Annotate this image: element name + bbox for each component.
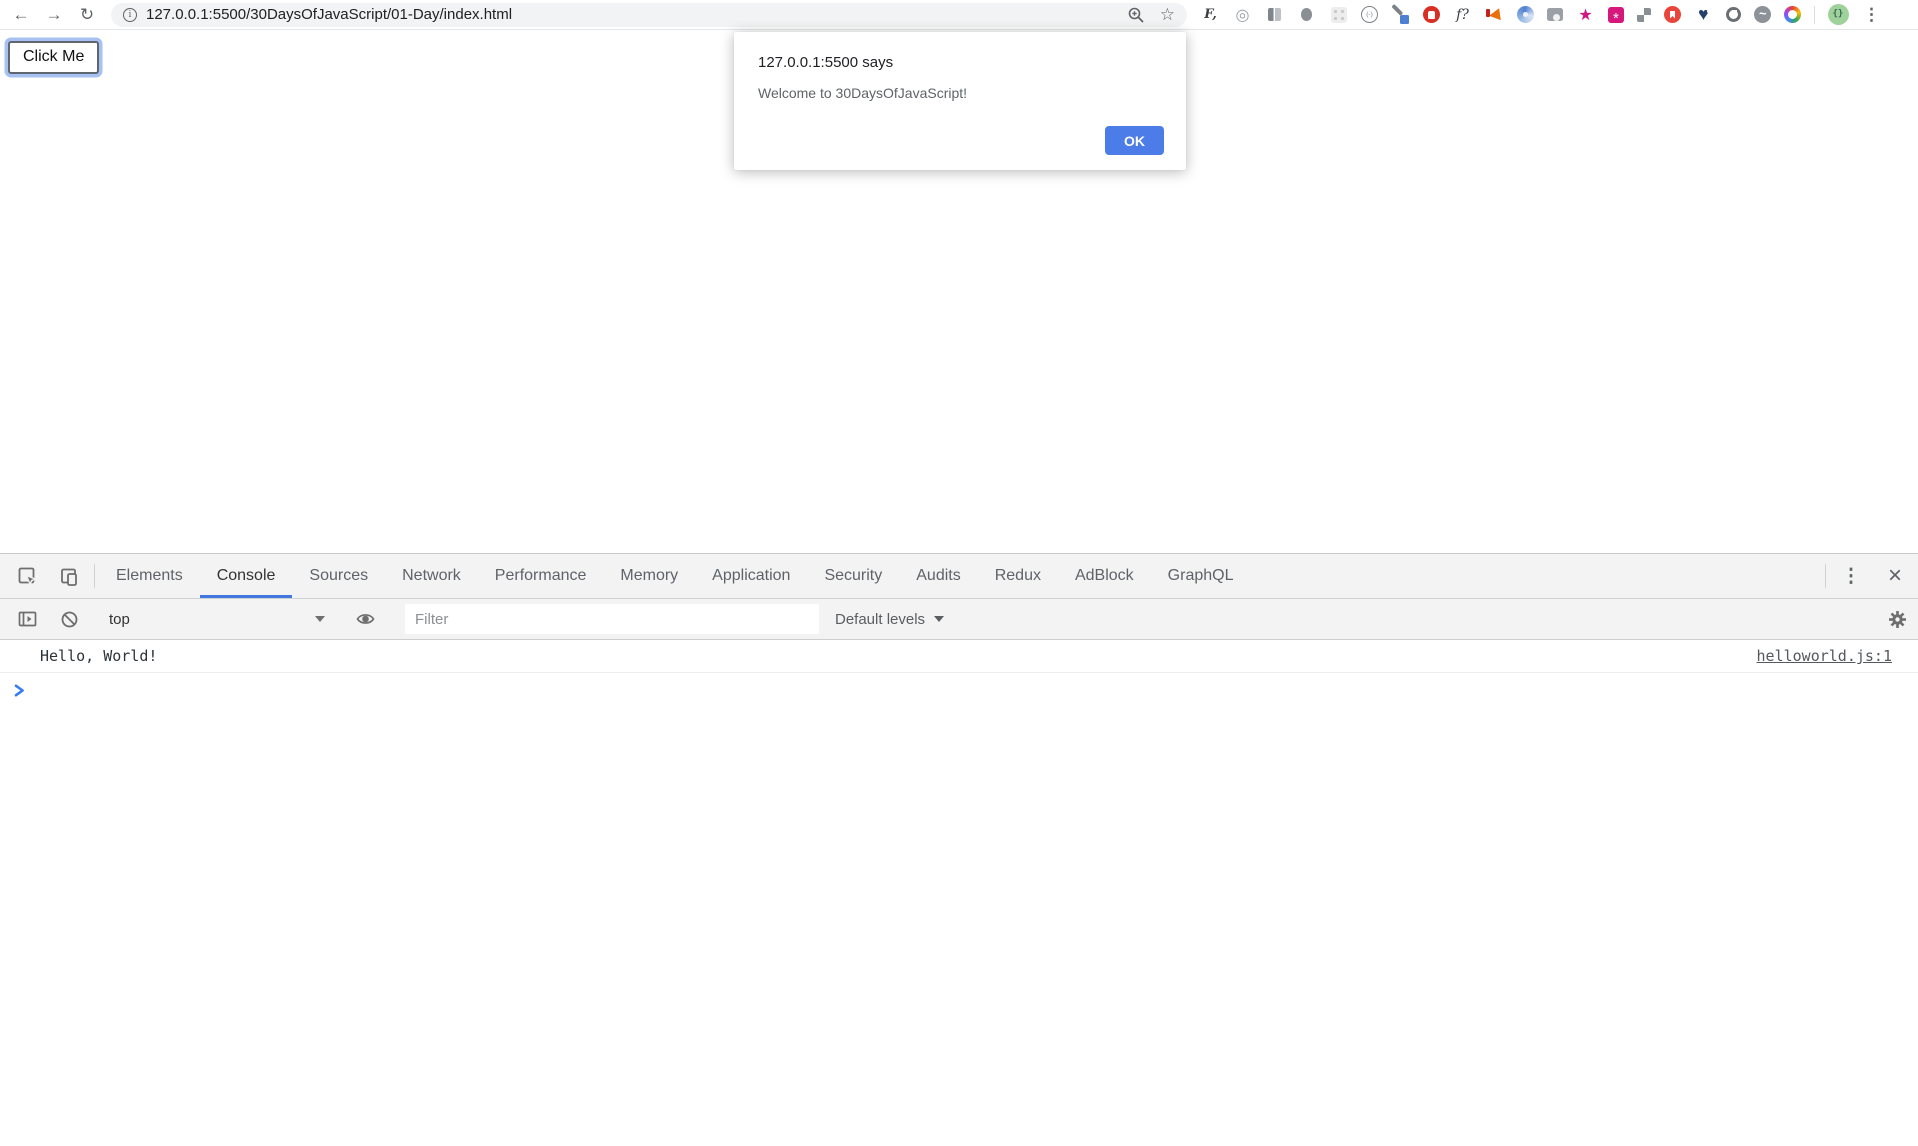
tab-console[interactable]: Console [200,554,293,598]
chevron-down-icon [934,616,944,622]
console-toolbar: top Default levels [0,599,1918,640]
g-ring-extension-icon[interactable] [1726,7,1741,22]
swirl-extension-icon[interactable] [1517,6,1534,23]
megaphone-extension-icon[interactable] [1485,5,1504,24]
alert-ok-button[interactable]: OK [1105,126,1164,155]
round-brackets-extension-icon[interactable] [1361,6,1378,23]
profile-avatar[interactable] [1828,4,1849,25]
browser-window: { "browser_toolbar": { "url": "127.0.0.1… [0,0,1918,1146]
log-levels-dropdown[interactable]: Default levels [835,611,944,628]
click-me-button[interactable]: Click Me [8,41,99,74]
browser-menu-icon[interactable] [1862,5,1881,24]
font-question-extension-icon[interactable] [1453,5,1472,24]
console-source-link[interactable]: helloworld.js:1 [1757,647,1892,665]
alert-dialog: 127.0.0.1:5500 says Welcome to 30DaysOfJ… [734,32,1186,170]
bug-extension-icon[interactable] [1297,5,1316,24]
tab-audits[interactable]: Audits [899,554,977,598]
toolbar-divider [1814,6,1815,24]
zoom-magnifier-icon[interactable] [1127,6,1145,24]
console-settings-gear-button[interactable] [1876,609,1918,630]
bookmark-star-icon[interactable]: ☆ [1160,6,1175,23]
tabbar-divider [94,564,95,588]
react-grid-extension-icon[interactable] [1329,5,1348,24]
stop-hand-extension-icon[interactable] [1423,6,1440,23]
extensions-row [1201,4,1881,25]
chevron-down-icon [315,616,325,622]
tab-network[interactable]: Network [385,554,478,598]
tab-redux[interactable]: Redux [978,554,1058,598]
reload-button[interactable]: ↻ [74,2,100,28]
site-info-icon[interactable] [123,8,137,22]
console-log-row: Hello, World! helloworld.js:1 [0,640,1918,673]
color-picker-extension-icon[interactable] [1391,5,1410,24]
pink-star-extension-icon[interactable] [1576,5,1595,24]
devtools-tabbar: Elements Console Sources Network Perform… [0,554,1918,599]
console-log-text: Hello, World! [40,647,157,665]
cursive-f-extension-icon[interactable] [1201,5,1220,24]
back-button[interactable]: ← [8,2,34,28]
log-levels-label: Default levels [835,611,925,628]
blocks-extension-icon[interactable] [1637,8,1651,22]
devtools-close-button[interactable]: × [1872,554,1918,598]
forward-button[interactable]: → [41,2,67,28]
execution-context-selector[interactable]: top [99,604,335,634]
inspect-element-button[interactable] [6,554,48,598]
tab-graphql[interactable]: GraphQL [1151,554,1251,598]
heart-search-extension-icon[interactable] [1694,5,1713,24]
console-sidebar-toggle-button[interactable] [6,609,48,629]
tab-security[interactable]: Security [807,554,899,598]
console-prompt[interactable] [0,673,1918,707]
camera-extension-icon[interactable] [1547,8,1563,21]
url-text[interactable]: 127.0.0.1:5500/30DaysOfJavaScript/01-Day… [146,6,512,23]
prompt-chevron-icon [14,684,25,697]
tab-adblock[interactable]: AdBlock [1058,554,1151,598]
columns-extension-icon[interactable] [1265,5,1284,24]
alert-title: 127.0.0.1:5500 says [758,54,1164,71]
devtools-panel: Elements Console Sources Network Perform… [0,553,1918,1146]
tab-application[interactable]: Application [695,554,807,598]
pink-flower-extension-icon[interactable] [1608,7,1624,23]
tab-performance[interactable]: Performance [478,554,604,598]
device-toolbar-button[interactable] [48,554,90,598]
live-expression-eye-button[interactable] [344,609,386,629]
orbit-extension-icon[interactable] [1233,5,1252,24]
wave-extension-icon[interactable] [1754,6,1771,23]
tab-elements[interactable]: Elements [99,554,200,598]
tab-sources[interactable]: Sources [292,554,385,598]
context-label: top [109,611,130,628]
console-filter-input[interactable] [405,604,819,634]
tabbar-divider [1825,564,1826,588]
address-bar[interactable]: 127.0.0.1:5500/30DaysOfJavaScript/01-Day… [111,3,1187,27]
browser-toolbar: ← → ↻ 127.0.0.1:5500/30DaysOfJavaScript/… [0,0,1918,30]
alert-message: Welcome to 30DaysOfJavaScript! [758,85,1164,101]
devtools-menu-button[interactable]: ⋮ [1830,554,1872,598]
rainbow-ring-extension-icon[interactable] [1784,6,1801,23]
tab-memory[interactable]: Memory [603,554,695,598]
red-bookmark-extension-icon[interactable] [1664,6,1681,23]
clear-console-button[interactable] [48,610,90,629]
